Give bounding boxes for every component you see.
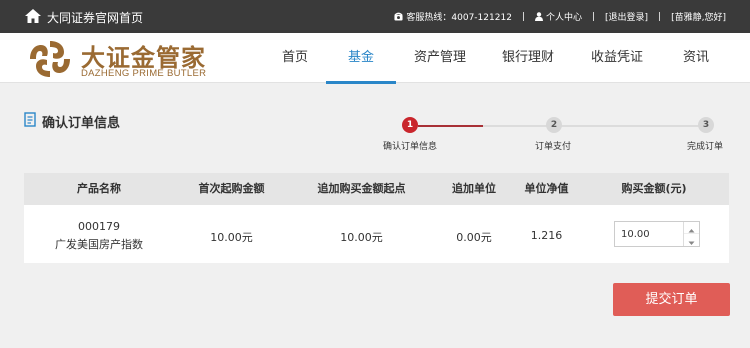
step-3-label: 完成订单 (687, 142, 724, 152)
column-header: 首次起购金额 (198, 182, 265, 195)
column-header: 追加单位 (452, 182, 496, 195)
first-purchase-min: 10.00元 (210, 231, 253, 244)
column-header: 追加购买金额起点 (317, 182, 406, 195)
order-table: 产品名称 首次起购金额 追加购买金额起点 追加单位 单位净值 购买金额(元) 0… (24, 173, 729, 263)
step-1-label: 确认订单信息 (383, 142, 438, 152)
step-1-circle: 1 (402, 117, 418, 133)
step-3-circle: 3 (698, 117, 714, 133)
additional-unit: 0.00元 (456, 231, 492, 244)
step-line-done (418, 125, 483, 127)
submit-order-button[interactable]: 提交订单 (613, 283, 730, 316)
step-line-pending (483, 125, 699, 127)
product-code: 000179 (78, 220, 120, 233)
order-stepper: 1 确认订单信息 2 订单支付 3 完成订单 (0, 0, 750, 160)
column-header: 单位净值 (524, 182, 569, 195)
additional-purchase-min: 10.00元 (340, 231, 383, 244)
column-header: 购买金额(元) (621, 182, 687, 195)
purchase-amount-input[interactable] (615, 222, 683, 246)
step-2-circle: 2 (546, 117, 562, 133)
spinner (683, 222, 699, 246)
column-header: 产品名称 (77, 182, 121, 195)
table-header: 产品名称 首次起购金额 追加购买金额起点 追加单位 单位净值 购买金额(元) (24, 173, 729, 205)
unit-nav: 1.216 (530, 229, 563, 242)
increment-button[interactable] (684, 222, 699, 234)
caret-down-icon (688, 241, 695, 245)
purchase-amount-stepper (614, 221, 700, 247)
step-2-label: 订单支付 (535, 142, 572, 152)
decrement-button[interactable] (684, 234, 699, 246)
product-name[interactable]: 广发美国房产指数 (24, 236, 174, 252)
